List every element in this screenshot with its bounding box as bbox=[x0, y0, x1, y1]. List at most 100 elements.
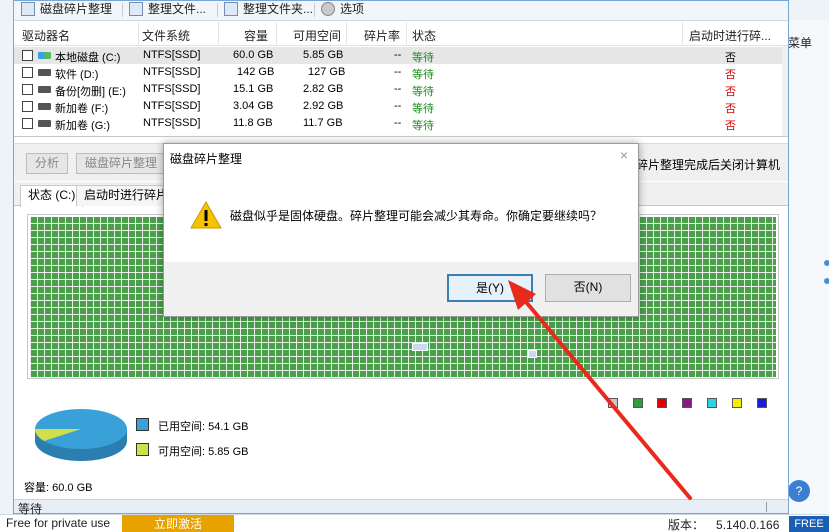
gear-icon bbox=[321, 2, 335, 16]
table-row[interactable]: 软件 (D:) NTFS[SSD] 142 GB 127 GB -- 等待 否 bbox=[14, 64, 788, 81]
col-divider bbox=[218, 22, 219, 46]
host-menu-label[interactable]: 菜单 bbox=[788, 34, 812, 51]
version-text: 版本： 5.140.0.166 bbox=[668, 518, 780, 532]
annotation-arrow-icon bbox=[508, 280, 692, 500]
col-drive-name[interactable]: 驱动器名 bbox=[22, 27, 70, 44]
drive-checkbox[interactable] bbox=[22, 101, 33, 112]
col-filesystem[interactable]: 文件系统 bbox=[142, 27, 190, 44]
table-row[interactable]: 新加卷 (G:) NTFS[SSD] 11.8 GB 11.7 GB -- 等待… bbox=[14, 115, 788, 132]
used-space-swatch bbox=[136, 418, 149, 431]
toolbar-options-label: 选项 bbox=[340, 2, 365, 16]
resize-grip-icon[interactable] bbox=[766, 502, 776, 512]
table-row[interactable]: 新加卷 (F:) NTFS[SSD] 3.04 GB 2.92 GB -- 等待… bbox=[14, 98, 788, 115]
used-space-label: 已用空间: 54.1 GB bbox=[158, 421, 249, 433]
drive-icon bbox=[38, 120, 51, 127]
toolbar-defrag-file-button[interactable]: 整理文件... bbox=[126, 1, 206, 19]
table-scrollbar[interactable] bbox=[782, 46, 788, 136]
col-status[interactable]: 状态 bbox=[412, 27, 436, 44]
host-dot-icon bbox=[824, 278, 829, 284]
col-boot-defrag[interactable]: 启动时进行碎... bbox=[689, 27, 771, 44]
col-capacity[interactable]: 容量 bbox=[244, 27, 268, 44]
defrag-button[interactable]: 磁盘碎片整理 bbox=[76, 153, 167, 174]
activate-button[interactable]: 立即激活 bbox=[122, 515, 234, 532]
cluster-block bbox=[412, 343, 428, 351]
drive-fs: NTFS[SSD] bbox=[143, 117, 201, 129]
legend-swatch bbox=[707, 398, 717, 408]
dialog-title: 磁盘碎片整理 bbox=[170, 152, 243, 166]
drive-free: 2.92 GB bbox=[303, 100, 344, 112]
host-help-icon[interactable]: ? bbox=[788, 480, 810, 502]
drive-status: 等待 bbox=[412, 86, 434, 98]
drive-boot: 否 bbox=[725, 69, 736, 81]
drive-checkbox[interactable] bbox=[22, 84, 33, 95]
toolbar-defrag-folder-button[interactable]: 整理文件夹... bbox=[221, 1, 313, 19]
drive-fs: NTFS[SSD] bbox=[143, 83, 201, 95]
folder-icon bbox=[224, 2, 238, 16]
drive-free: 127 GB bbox=[308, 66, 346, 78]
drive-table: 驱动器名 文件系统 容量 可用空间 碎片率 状态 启动时进行碎... 本地磁盘 … bbox=[14, 22, 788, 137]
capacity-label: 容量: 60.0 GB bbox=[24, 482, 93, 494]
file-icon bbox=[129, 2, 143, 16]
drive-boot: 否 bbox=[725, 86, 736, 98]
drive-name: 软件 (D:) bbox=[55, 69, 99, 81]
host-status-bar: Free for private use 立即激活 版本： 5.140.0.166… bbox=[0, 514, 829, 532]
drive-capacity: 11.8 GB bbox=[233, 117, 273, 129]
drive-checkbox[interactable] bbox=[22, 118, 33, 129]
drive-fs: NTFS[SSD] bbox=[143, 49, 201, 61]
dialog-message: 磁盘似乎是固体硬盘。碎片整理可能会减少其寿命。你确定要继续吗？ bbox=[230, 209, 603, 223]
drive-status: 等待 bbox=[412, 120, 434, 132]
drive-name: 新加卷 (G:) bbox=[55, 120, 110, 132]
drive-name: 备份[勿删] (E:) bbox=[55, 86, 126, 98]
drive-status: 等待 bbox=[412, 103, 434, 115]
toolbar-defrag-file-label: 整理文件... bbox=[148, 2, 207, 16]
table-row[interactable]: 本地磁盘 (C:) NTFS[SSD] 60.0 GB 5.85 GB -- 等… bbox=[14, 47, 788, 64]
tab-boot-defrag[interactable]: 启动时进行碎片 bbox=[76, 185, 177, 206]
table-row[interactable]: 备份[勿删] (E:) NTFS[SSD] 15.1 GB 2.82 GB --… bbox=[14, 81, 788, 98]
drive-free: 2.82 GB bbox=[303, 83, 344, 95]
drive-icon bbox=[38, 103, 51, 110]
toolbar-divider bbox=[314, 3, 315, 17]
toolbar-defrag-button[interactable]: 磁盘碎片整理 bbox=[18, 1, 112, 19]
drive-capacity: 142 GB bbox=[237, 66, 275, 78]
drive-free: 11.7 GB bbox=[303, 117, 343, 129]
drive-capacity: 3.04 GB bbox=[233, 100, 274, 112]
legend-swatch bbox=[757, 398, 767, 408]
toolbar-defrag-label: 磁盘碎片整理 bbox=[40, 2, 113, 16]
col-divider bbox=[346, 22, 347, 46]
drive-frag: -- bbox=[394, 83, 402, 95]
free-space-label: 可用空间: 5.85 GB bbox=[158, 446, 249, 458]
drive-checkbox[interactable] bbox=[22, 67, 33, 78]
tab-status[interactable]: 状态 (C:) bbox=[20, 185, 84, 207]
col-free-space[interactable]: 可用空间 bbox=[293, 27, 341, 44]
toolbar-options-button[interactable]: 选项 bbox=[318, 1, 364, 19]
toolbar-defrag-folder-label: 整理文件夹... bbox=[243, 2, 314, 16]
toolbar-divider bbox=[122, 3, 123, 17]
drive-boot: 否 bbox=[725, 52, 736, 64]
free-badge: FREE bbox=[789, 516, 829, 532]
drive-capacity: 15.1 GB bbox=[233, 83, 274, 95]
disk-defrag-icon bbox=[21, 2, 35, 16]
close-icon[interactable]: × bbox=[616, 147, 632, 163]
col-divider bbox=[138, 22, 139, 46]
col-divider bbox=[406, 22, 407, 46]
drive-fs: NTFS[SSD] bbox=[143, 66, 201, 78]
drive-icon bbox=[38, 86, 51, 93]
drive-fs: NTFS[SSD] bbox=[143, 100, 201, 112]
drive-frag: -- bbox=[394, 100, 402, 112]
host-dot-icon bbox=[824, 260, 829, 266]
drive-checkbox[interactable] bbox=[22, 50, 33, 61]
drive-boot: 否 bbox=[725, 103, 736, 115]
free-license-text: Free for private use bbox=[6, 516, 111, 530]
drive-icon bbox=[38, 69, 51, 76]
drive-frag: -- bbox=[394, 66, 402, 78]
shutdown-after-option[interactable]: 碎片整理完成后关闭计算机 bbox=[636, 156, 780, 173]
free-space-swatch bbox=[136, 443, 149, 456]
toolbar: 磁盘碎片整理 整理文件... 整理文件夹... 选项 bbox=[14, 1, 788, 21]
col-divider bbox=[682, 22, 683, 46]
drive-table-header: 驱动器名 文件系统 容量 可用空间 碎片率 状态 启动时进行碎... bbox=[14, 22, 788, 46]
col-fragmentation[interactable]: 碎片率 bbox=[364, 27, 400, 44]
drive-frag: -- bbox=[394, 49, 402, 61]
analyze-button[interactable]: 分析 bbox=[26, 153, 69, 174]
drive-name: 新加卷 (F:) bbox=[55, 103, 109, 115]
legend-swatch bbox=[732, 398, 742, 408]
